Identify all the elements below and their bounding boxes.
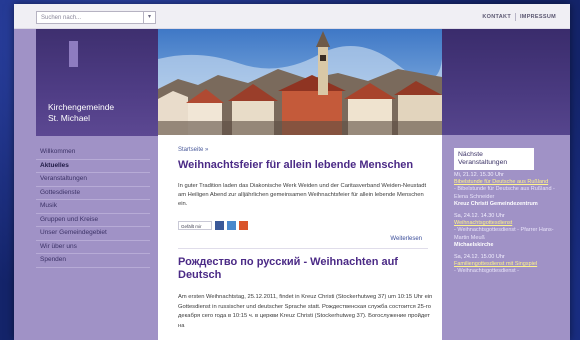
event-location: Kreuz Christi Gemeindezentrum [454,200,538,207]
utility-bar: Suchen nach... ▾ KONTAKT IMPRESSUM [14,4,570,29]
article-teaser-2: Am ersten Weihnachtstag, 25.12.2011, fin… [178,293,436,331]
nav-item-wir-ueber-uns[interactable]: Wir über uns [36,241,150,254]
share-bar: Gefällt mir [178,220,248,230]
like-button[interactable]: Gefällt mir [178,220,212,230]
article-title-2[interactable]: Рождество по русский - Weihnachten auf D… [178,256,428,282]
event-location: Michaelskirche [454,241,494,248]
left-sidebar: Kirchengemeinde St. Michael Willkommen A… [14,29,170,340]
org-name-line2: St. Michael [48,113,91,123]
breadcrumb[interactable]: Startseite » [178,147,208,153]
search-dropdown-icon[interactable]: ▾ [143,12,155,23]
main-navigation: Willkommen Aktuelles Veranstaltungen Got… [36,146,150,268]
right-sidebar: Nächste Veranstaltungen Mi, 21.12. 15.30… [442,29,570,340]
nav-item-aktuelles[interactable]: Aktuelles [36,160,150,173]
cross-logo-icon [69,41,78,67]
event-date: Mi, 21.12. 15.30 Uhr [454,172,504,178]
events-list: Mi, 21.12. 15.30 Uhr Bibelstunde für Deu… [454,172,562,281]
article-divider [178,248,428,249]
search-input[interactable]: Suchen nach... ▾ [36,11,156,24]
event-date: Sa, 24.12. 15.00 Uhr [454,254,505,261]
nav-item-gottesdienste[interactable]: Gottesdienste [36,187,150,200]
twitter-share-icon[interactable] [227,220,236,230]
event-item: Sa, 24.12. 15.00 Uhr Familiengottesdiens… [454,254,562,276]
website-page: Suchen nach... ▾ KONTAKT IMPRESSUM Kirche… [14,4,570,340]
nav-item-willkommen[interactable]: Willkommen [36,146,150,160]
link-kontakt[interactable]: KONTAKT [478,14,515,20]
event-item: Mi, 21.12. 15.30 Uhr Bibelstunde für Deu… [454,172,562,208]
search-placeholder: Suchen nach... [41,15,82,21]
event-subtitle: - Weihnachtsgottesdienst - [454,268,520,275]
event-title-link[interactable]: Familiengottesdienst mit Singspiel [454,261,562,268]
header-town-photo [158,29,442,135]
email-share-icon[interactable] [239,220,248,230]
org-name-line1: Kirchengemeinde [48,102,115,112]
event-subtitle: - Bibelstunde für Deutsche aus Rußland -… [454,186,555,200]
town-skyline-image [158,29,442,135]
article-title[interactable]: Weihnachtsfeier für allein lebende Mensc… [178,159,428,172]
event-subtitle: - Weihnachtsgottesdienst - Pfarrer Hans-… [454,227,554,241]
nav-item-gruppen[interactable]: Gruppen und Kreise [36,214,150,227]
event-date: Sa, 24.12. 14.30 Uhr [454,213,505,220]
article-teaser: In guter Tradition laden das Diakonische… [178,183,427,207]
right-header-block [442,29,570,135]
read-more-link[interactable]: Weiterlesen [390,236,422,242]
event-title-link[interactable]: Weihnachtsgottesdienst [454,220,562,227]
event-title-link[interactable]: Bibelstunde für Deutsche aus Rußland [454,179,562,186]
nav-item-gemeindegebiet[interactable]: Unser Gemeindegebiet [36,227,150,241]
events-heading: Nächste Veranstaltungen [454,148,534,170]
logo-block[interactable]: Kirchengemeinde St. Michael [36,29,170,136]
facebook-share-icon[interactable] [215,220,224,230]
top-links: KONTAKT IMPRESSUM [478,13,560,21]
main-content: Startseite » Weihnachtsfeier für allein … [158,135,442,340]
event-item: Sa, 24.12. 14.30 Uhr Weihnachtsgottesdie… [454,213,562,249]
nav-item-veranstaltungen[interactable]: Veranstaltungen [36,173,150,187]
org-name: Kirchengemeinde St. Michael [48,102,114,124]
link-impressum[interactable]: IMPRESSUM [516,14,560,20]
nav-item-spenden[interactable]: Spenden [36,254,150,268]
nav-item-musik[interactable]: Musik [36,200,150,214]
